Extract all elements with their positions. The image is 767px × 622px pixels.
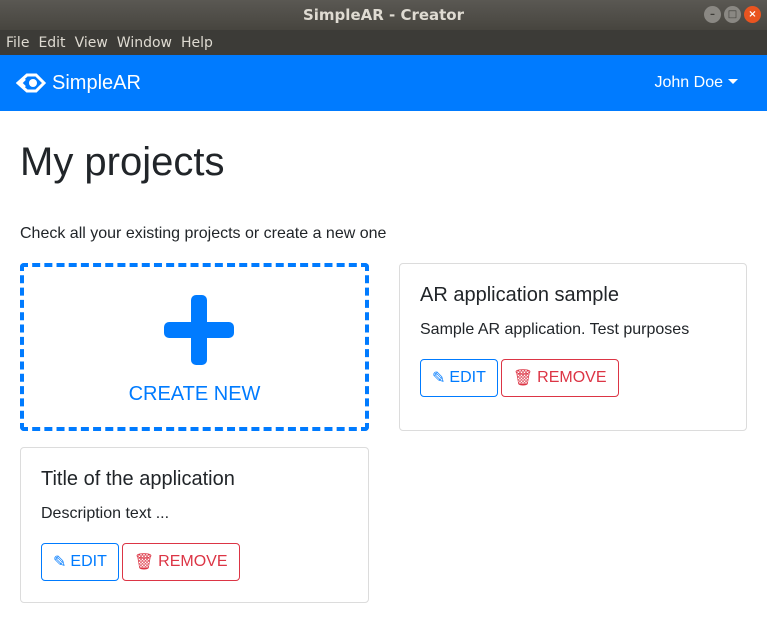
remove-label: REMOVE [537, 369, 607, 386]
trash-icon: 🗑 [133, 554, 155, 571]
maximize-button[interactable]: □ [724, 6, 741, 23]
project-title: Title of the application [41, 468, 235, 490]
pencil-icon: ✎ [432, 370, 446, 387]
project-card: AR application sample Sample AR applicat… [399, 263, 747, 431]
user-dropdown[interactable]: John Doe [655, 74, 739, 92]
plus-icon [164, 295, 234, 365]
brand-link[interactable]: SimpleAR [16, 72, 141, 95]
pencil-icon: ✎ [53, 554, 67, 571]
menu-view[interactable]: View [75, 35, 108, 51]
menu-help[interactable]: Help [181, 35, 213, 51]
project-card: Title of the application Description tex… [20, 447, 369, 603]
page-title: My projects [20, 140, 225, 184]
window-title: SimpleAR - Creator [302, 6, 465, 24]
menu-file[interactable]: File [6, 35, 29, 51]
trash-icon: 🗑 [512, 370, 534, 387]
menubar: File Edit View Window Help [0, 30, 767, 55]
remove-label: REMOVE [158, 553, 228, 570]
edit-button[interactable]: ✎ EDIT [41, 543, 119, 581]
remove-button[interactable]: 🗑 REMOVE [500, 359, 619, 397]
edit-label: EDIT [449, 369, 486, 386]
create-new-label: CREATE NEW [128, 383, 261, 405]
remove-button[interactable]: 🗑 REMOVE [121, 543, 240, 581]
edit-label: EDIT [70, 553, 107, 570]
close-button[interactable]: × [744, 6, 761, 23]
menu-window[interactable]: Window [117, 35, 172, 51]
edit-button[interactable]: ✎ EDIT [420, 359, 498, 397]
project-description: Sample AR application. Test purposes [420, 321, 690, 338]
page-lead: Check all your existing projects or crea… [20, 225, 387, 242]
project-title: AR application sample [420, 284, 619, 306]
minimize-button[interactable]: – [704, 6, 721, 23]
navbar: SimpleAR John Doe [0, 55, 767, 111]
window-titlebar: SimpleAR - Creator – □ × [0, 0, 767, 30]
brand-name: SimpleAR [52, 71, 141, 94]
eye-logo-icon [16, 73, 46, 93]
project-description: Description text ... [41, 505, 170, 522]
menu-edit[interactable]: Edit [38, 35, 65, 51]
create-new-button[interactable]: CREATE NEW [20, 263, 369, 431]
